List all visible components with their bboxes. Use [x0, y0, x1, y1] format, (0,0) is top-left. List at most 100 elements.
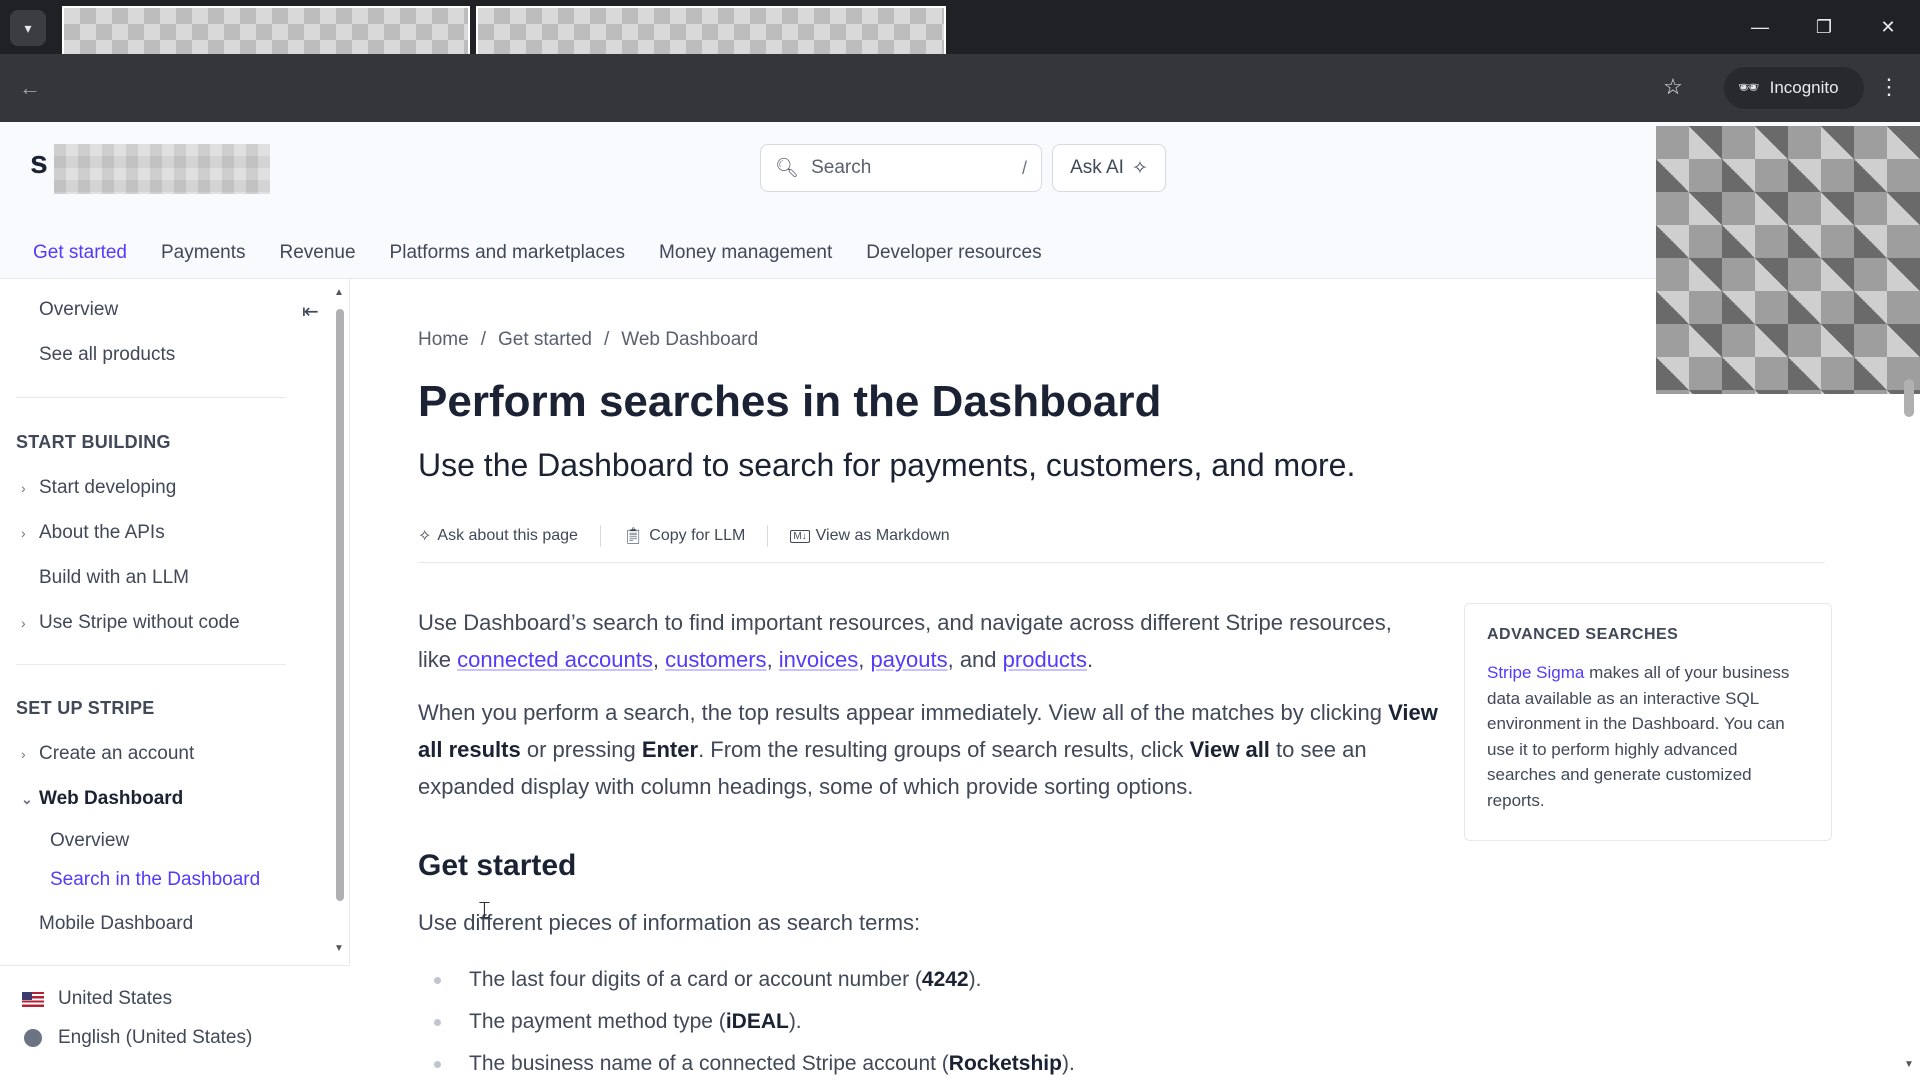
copy-for-llm-button[interactable]: 📋︎ Copy for LLM — [623, 526, 767, 546]
sidebar-item-build-llm[interactable]: Build with an LLM — [39, 567, 189, 589]
us-flag-icon — [22, 991, 44, 1007]
sidebar-item-overview[interactable]: Overview — [39, 299, 118, 321]
section-heading-get-started: Get started — [418, 849, 577, 882]
sparkle-icon: ✧ — [1131, 157, 1148, 179]
nav-payments[interactable]: Payments — [161, 242, 245, 264]
intro-paragraph: Use Dashboard’s search to find important… — [418, 610, 1392, 672]
section-heading: START BUILDING — [16, 432, 171, 452]
link-invoices[interactable]: invoices — [779, 647, 858, 672]
search-icon: 🔍︎ — [775, 158, 800, 179]
sidebar-item-label: Web Dashboard — [39, 788, 184, 809]
restore-button[interactable]: ❐ — [1804, 12, 1844, 42]
breadcrumb: Home / Get started / Web Dashboard — [418, 329, 758, 351]
clipboard-icon: 📋︎ — [622, 528, 644, 545]
sidebar-item-about-apis[interactable]: › About the APIs — [21, 522, 165, 544]
callout-title: ADVANCED SEARCHES — [1487, 626, 1679, 643]
divider — [16, 664, 286, 665]
page-title: Perform searches in the Dashboard — [418, 377, 1162, 426]
sidebar-item-mobile-dashboard[interactable]: Mobile Dashboard — [39, 913, 193, 935]
tool-label: View as Markdown — [815, 527, 950, 544]
nav-platforms[interactable]: Platforms and marketplaces — [390, 242, 626, 264]
language-selector[interactable]: English (United States) — [22, 1027, 252, 1049]
language-label: English (United States) — [58, 1027, 253, 1048]
text-bold: 4242 — [921, 968, 969, 991]
text-bold: iDEAL — [725, 1010, 789, 1033]
breadcrumb-home[interactable]: Home — [418, 329, 469, 351]
sidebar-subitem-search[interactable]: Search in the Dashboard — [50, 869, 260, 891]
close-window-button[interactable]: ✕ — [1868, 12, 1908, 42]
breadcrumb-get-started[interactable]: Get started — [498, 329, 592, 351]
sidebar-item-label: About the APIs — [39, 522, 165, 543]
text: The business name of a connected Stripe … — [469, 1052, 949, 1075]
sidebar-item-no-code[interactable]: › Use Stripe without code — [21, 612, 240, 634]
ask-about-page-button[interactable]: ✧ Ask about this page — [418, 526, 600, 546]
incognito-label: Incognito — [1769, 78, 1839, 97]
sidebar-item-label: Use Stripe without code — [39, 612, 240, 633]
logo-redacted — [54, 144, 270, 194]
tool-label: Ask about this page — [437, 527, 578, 544]
tool-label: Copy for LLM — [649, 527, 746, 544]
incognito-badge[interactable]: 🕶 Incognito — [1724, 67, 1864, 109]
browser-tab-strip: ▾ — ❐ ✕ — [0, 0, 1920, 106]
ask-ai-label: Ask AI — [1070, 157, 1124, 178]
link-stripe-sigma[interactable]: Stripe Sigma — [1487, 663, 1584, 682]
link-connected-accounts[interactable]: connected accounts — [457, 647, 653, 672]
scroll-down-icon[interactable]: ▼ — [334, 943, 344, 954]
sidebar-item-see-all-products[interactable]: See all products — [39, 344, 175, 366]
nav-developer-resources[interactable]: Developer resources — [866, 242, 1041, 264]
country-label: United States — [58, 988, 173, 1009]
view-markdown-button[interactable]: M↓ View as Markdown — [790, 527, 971, 545]
list-item: The last four digits of a card or accoun… — [434, 959, 1075, 1001]
bookmark-star-icon[interactable]: ☆ — [1656, 70, 1690, 104]
breadcrumb-separator: / — [603, 329, 610, 350]
text-bold: Enter — [641, 737, 699, 762]
markdown-icon: M↓ — [790, 529, 810, 543]
locale-footer: United States English (United States) — [0, 965, 350, 1080]
sidebar-item-label: Create an account — [39, 743, 195, 764]
nav-money-management[interactable]: Money management — [659, 242, 832, 264]
search-input[interactable]: 🔍︎ Search / — [760, 144, 1042, 192]
chevron-right-icon: › — [21, 615, 26, 631]
results-paragraph: When you perform a search, the top resul… — [418, 694, 1448, 805]
scroll-down-icon[interactable]: ▼ — [1904, 1059, 1914, 1070]
country-selector[interactable]: United States — [22, 988, 172, 1010]
chevron-right-icon: › — [21, 480, 26, 496]
back-arrow-icon[interactable]: ← — [14, 72, 46, 104]
sidebar-subitem-overview[interactable]: Overview — [50, 830, 129, 852]
text: or pressing — [526, 737, 636, 762]
ask-ai-button[interactable]: Ask AI ✧ — [1052, 144, 1166, 192]
breadcrumb-web-dashboard[interactable]: Web Dashboard — [621, 329, 758, 351]
logo[interactable]: s — [30, 144, 48, 181]
callout-body: Stripe Sigma makes all of your business … — [1487, 660, 1809, 813]
link-customers[interactable]: customers — [665, 647, 766, 672]
sidebar: ⇤ ▲ ▼ Overview See all products START BU… — [0, 279, 350, 1080]
divider — [599, 525, 601, 547]
sidebar-item-start-developing[interactable]: › Start developing — [21, 477, 176, 499]
text: ). — [1061, 1052, 1075, 1075]
text: The payment method type ( — [469, 1010, 726, 1033]
section-heading: SET UP STRIPE — [16, 698, 155, 718]
chevron-down-icon: ⌄ — [21, 790, 33, 807]
text-bold: Rocketship — [948, 1052, 1062, 1075]
site-header: s 🔍︎ Search / Ask AI ✧ Get started Payme… — [0, 122, 1920, 394]
browser-menu-icon[interactable]: ⋮ — [1874, 70, 1904, 104]
scroll-up-icon[interactable]: ▲ — [334, 287, 344, 298]
tab-search-button[interactable]: ▾ — [10, 10, 46, 46]
collapse-sidebar-icon[interactable]: ⇤ — [302, 299, 319, 324]
sidebar-scrollbar[interactable] — [336, 309, 344, 901]
page-scrollbar[interactable] — [1904, 379, 1914, 417]
text: . From the resulting groups of search re… — [698, 737, 1184, 762]
minimize-button[interactable]: — — [1740, 12, 1780, 42]
divider — [16, 397, 286, 398]
divider — [418, 562, 1825, 563]
nav-revenue[interactable]: Revenue — [279, 242, 355, 264]
search-terms-list: The last four digits of a card or accoun… — [434, 959, 1075, 1080]
nav-get-started[interactable]: Get started — [33, 242, 127, 264]
text: When you perform a search, the top resul… — [418, 700, 1382, 725]
search-terms-intro: Use different pieces of information as s… — [418, 910, 921, 935]
sidebar-item-web-dashboard[interactable]: ⌄ Web Dashboard — [21, 788, 184, 810]
link-products[interactable]: products — [1003, 647, 1087, 672]
link-payouts[interactable]: payouts — [871, 647, 948, 672]
sidebar-item-create-account[interactable]: › Create an account — [21, 743, 195, 765]
text-cursor-icon: 𝙸 — [476, 896, 493, 924]
